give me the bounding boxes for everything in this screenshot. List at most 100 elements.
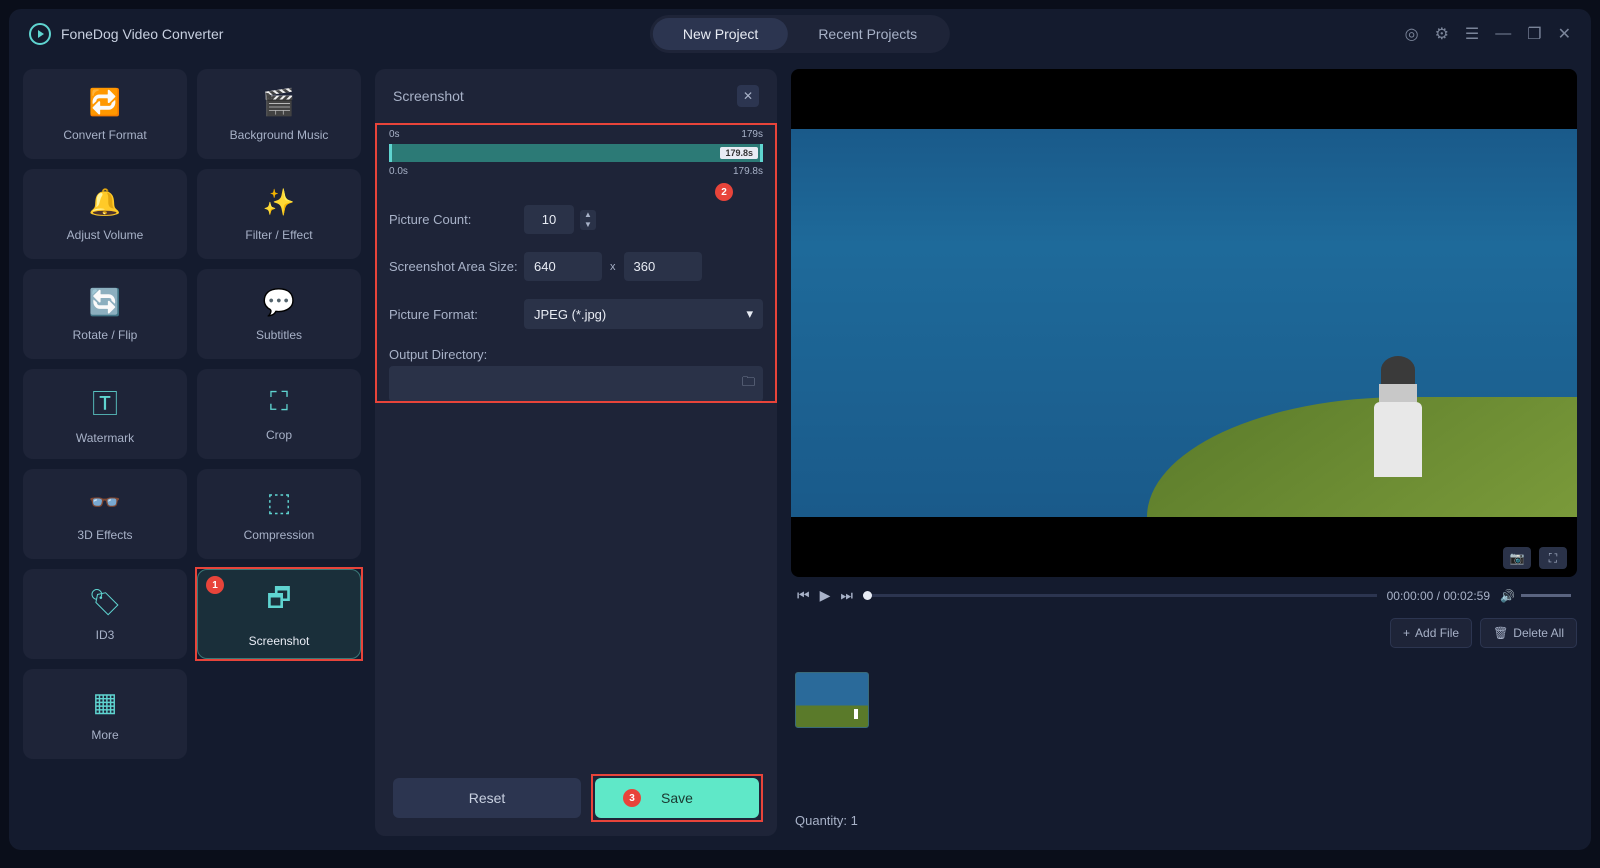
gear-icon[interactable]: ⚙ [1435, 24, 1449, 44]
volume-slider[interactable] [1521, 594, 1571, 597]
badge-3: 3 [623, 789, 641, 807]
sparkle-icon: ✨ [263, 187, 295, 218]
close-settings-icon[interactable]: ✕ [737, 85, 759, 107]
timeline-bubble: 179.8s [720, 147, 758, 159]
area-width-input[interactable] [524, 252, 602, 281]
tool-label: ID3 [96, 628, 115, 642]
progress-bar[interactable] [863, 594, 1377, 597]
video-preview[interactable]: 📷 ⛶ [791, 69, 1577, 577]
chevron-down-icon: ▾ [746, 306, 753, 322]
picture-format-value: JPEG (*.jpg) [534, 307, 606, 322]
output-dir-label: Output Directory: [389, 347, 763, 362]
maximize-icon[interactable]: ❐ [1527, 24, 1541, 44]
camera-icon[interactable]: 📷 [1503, 547, 1531, 569]
picture-format-select[interactable]: JPEG (*.jpg) ▾ [524, 299, 763, 329]
tab-recent-projects[interactable]: Recent Projects [788, 18, 947, 50]
tool-label: Compression [244, 528, 315, 542]
tag-icon: 🏷 [88, 587, 121, 618]
timeline-range[interactable]: 179.8s [389, 144, 763, 162]
tool-watermark[interactable]: 🅃 Watermark [23, 369, 187, 459]
tool-label: Convert Format [63, 128, 146, 142]
delete-all-button[interactable]: 🗑 Delete All [1480, 618, 1577, 648]
settings-title: Screenshot [393, 88, 464, 104]
preview-panel: 📷 ⛶ ⏮ ▶ ⏭ 00:00:00 / 00:02:59 🔊 + Add Fil… [791, 69, 1577, 836]
add-file-label: Add File [1415, 626, 1459, 640]
app-logo: FoneDog Video Converter [29, 23, 223, 45]
badge-2: 2 [715, 183, 733, 201]
step-up-icon[interactable]: ▲ [580, 210, 596, 220]
tool-3d-effects[interactable]: 👓 3D Effects [23, 469, 187, 559]
crop-icon: ⛶ [270, 386, 288, 418]
tool-rotate-flip[interactable]: 🔄 Rotate / Flip [23, 269, 187, 359]
tool-label: Subtitles [256, 328, 302, 342]
delete-all-label: Delete All [1513, 626, 1564, 640]
tools-panel: 🔁 Convert Format 🎬 Background Music 🔔 Adjus… [23, 69, 361, 836]
picture-format-label: Picture Format: [389, 307, 524, 322]
tool-label: Crop [266, 428, 292, 442]
watermark-icon: 🅃 [92, 384, 118, 421]
picture-count-input[interactable] [524, 205, 574, 234]
tool-convert-format[interactable]: 🔁 Convert Format [23, 69, 187, 159]
menu-icon[interactable]: ☰ [1465, 24, 1479, 44]
tool-screenshot[interactable]: 1 🗗 Screenshot [197, 569, 361, 659]
logo-icon [29, 23, 51, 45]
tool-label: Filter / Effect [245, 228, 312, 242]
volume-icon[interactable]: 🔊 [1500, 589, 1515, 603]
tool-more[interactable]: ▦ More [23, 669, 187, 759]
trash-icon: 🗑 [1493, 626, 1508, 640]
tool-filter-effect[interactable]: ✨ Filter / Effect [197, 169, 361, 259]
save-label: Save [661, 790, 693, 806]
tab-new-project[interactable]: New Project [653, 18, 788, 50]
fullscreen-icon[interactable]: ⛶ [1539, 547, 1567, 569]
timeline-end: 179s [741, 129, 763, 140]
skip-fwd-icon[interactable]: ⏭ [840, 587, 853, 604]
tool-label: 3D Effects [77, 528, 132, 542]
play-icon[interactable]: ▶ [820, 587, 831, 604]
save-button[interactable]: 3 Save [595, 778, 759, 818]
plus-icon: + [1403, 626, 1410, 640]
timeline-high: 179.8s [733, 166, 763, 177]
reset-button[interactable]: Reset [393, 778, 581, 818]
tool-background-music[interactable]: 🎬 Background Music [197, 69, 361, 159]
close-icon[interactable]: ✕ [1558, 24, 1571, 44]
music-icon: 🎬 [263, 87, 295, 118]
tool-subtitles[interactable]: 💬 Subtitles [197, 269, 361, 359]
tool-label: Watermark [76, 431, 134, 445]
compress-icon: ⬚ [267, 487, 292, 518]
tool-crop[interactable]: ⛶ Crop [197, 369, 361, 459]
convert-icon: 🔁 [89, 87, 121, 118]
quantity-label: Quantity: 1 [791, 805, 1577, 836]
subtitles-icon: 💬 [263, 287, 295, 318]
screenshot-icon: 🗗 [267, 580, 291, 624]
timeline-start: 0s [389, 129, 400, 140]
tool-id3[interactable]: 🏷 ID3 [23, 569, 187, 659]
tool-label: Adjust Volume [67, 228, 144, 242]
area-size-label: Screenshot Area Size: [389, 259, 524, 274]
grid-icon: ▦ [93, 687, 118, 718]
bell-icon: 🔔 [89, 187, 121, 218]
file-thumbnail[interactable] [795, 672, 869, 728]
tool-label: Rotate / Flip [73, 328, 138, 342]
tool-adjust-volume[interactable]: 🔔 Adjust Volume [23, 169, 187, 259]
tool-label: Background Music [230, 128, 329, 142]
step-down-icon[interactable]: ▼ [580, 220, 596, 230]
time-display: 00:00:00 / 00:02:59 [1387, 589, 1490, 603]
add-file-button[interactable]: + Add File [1390, 618, 1472, 648]
glasses-icon: 👓 [89, 487, 121, 518]
timeline-low: 0.0s [389, 166, 408, 177]
folder-icon[interactable]: 🗀 [742, 373, 755, 395]
area-height-input[interactable] [624, 252, 702, 281]
minimize-icon[interactable]: — [1495, 25, 1511, 43]
x-separator: x [610, 261, 616, 273]
account-icon[interactable]: ◎ [1405, 24, 1419, 44]
output-dir-input[interactable]: 🗀 [389, 366, 763, 402]
app-title: FoneDog Video Converter [61, 26, 223, 42]
rotate-icon: 🔄 [89, 287, 121, 318]
badge-1: 1 [206, 576, 224, 594]
skip-back-icon[interactable]: ⏮ [797, 587, 810, 604]
picture-count-label: Picture Count: [389, 212, 524, 227]
tool-label: Screenshot [249, 634, 310, 648]
tool-label: More [91, 728, 118, 742]
settings-panel: Screenshot ✕ 2 0s179s 179.8s 0.0s179.8s … [375, 69, 777, 836]
tool-compression[interactable]: ⬚ Compression [197, 469, 361, 559]
